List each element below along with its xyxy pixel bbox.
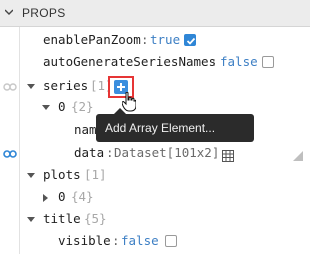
props-panel-header[interactable]: PROPS — [0, 0, 310, 27]
expand-down-icon[interactable] — [42, 105, 50, 110]
prop-row-series[interactable]: series [1] — [0, 76, 310, 100]
panel-title: PROPS — [22, 6, 66, 20]
prop-count: {5} — [84, 211, 107, 226]
prop-key: series — [43, 78, 89, 93]
chevron-down-icon[interactable] — [5, 8, 13, 16]
expand-right-icon[interactable] — [43, 194, 48, 202]
link-icon[interactable] — [3, 82, 17, 92]
prop-colon: : — [106, 145, 114, 160]
prop-count: {4} — [71, 189, 94, 204]
prop-key: 0 — [58, 99, 66, 114]
prop-row-autoGenerateSeriesNames[interactable]: autoGenerateSeriesNames : false — [0, 54, 310, 76]
prop-key: data — [74, 145, 105, 160]
prop-row-plots[interactable]: plots [1] — [0, 167, 310, 189]
table-icon[interactable] — [222, 150, 234, 162]
prop-key: autoGenerateSeriesNames — [43, 54, 217, 69]
link-icon[interactable] — [3, 149, 17, 159]
prop-colon: : — [112, 233, 120, 248]
prop-value[interactable]: true — [150, 32, 180, 47]
expand-down-icon[interactable] — [27, 173, 35, 178]
prop-row-enablePanZoom[interactable]: enablePanZoom : true — [0, 32, 310, 54]
prop-key: plots — [43, 167, 81, 182]
checkbox-unchecked[interactable] — [262, 56, 274, 68]
prop-count: [1] — [84, 167, 107, 182]
expand-down-icon[interactable] — [27, 217, 35, 222]
prop-count: {2} — [71, 99, 94, 114]
checkbox-unchecked[interactable] — [165, 235, 177, 247]
prop-key: 0 — [58, 189, 66, 204]
prop-row-plots-0[interactable]: 0 {4} — [0, 189, 310, 211]
prop-key: title — [43, 211, 81, 226]
prop-row-title[interactable]: title {5} — [0, 211, 310, 233]
prop-value[interactable]: false — [220, 54, 258, 69]
checkbox-checked[interactable] — [184, 34, 196, 46]
tooltip: Add Array Element... — [96, 108, 254, 142]
edit-corner-icon[interactable] — [293, 151, 303, 161]
tooltip-text: Add Array Element... — [105, 121, 216, 135]
pointer-cursor-icon — [122, 92, 136, 112]
prop-colon: : — [210, 54, 218, 69]
prop-value[interactable]: false — [121, 233, 159, 248]
prop-key: enablePanZoom — [43, 32, 141, 47]
prop-colon: : — [141, 32, 149, 47]
expand-down-icon[interactable] — [27, 84, 35, 89]
prop-key: visible — [58, 233, 111, 248]
check-icon — [186, 37, 196, 45]
prop-value[interactable]: Dataset[101x2] — [114, 145, 219, 160]
prop-row-data[interactable]: data : Dataset[101x2] — [0, 145, 310, 167]
prop-row-visible[interactable]: visible : false — [0, 233, 310, 255]
